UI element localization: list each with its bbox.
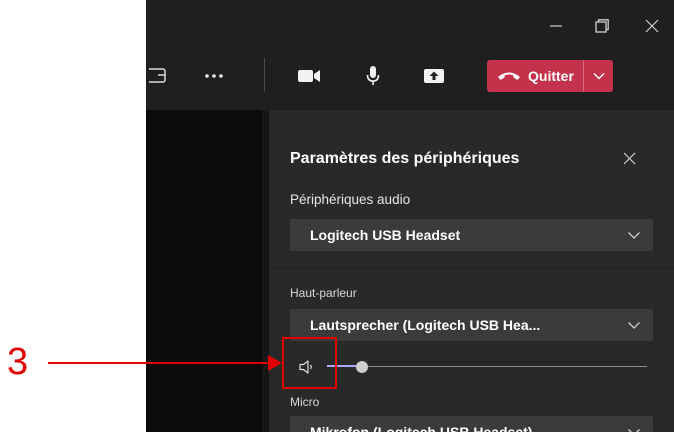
microphone-value: Mikrofon (Logitech USB Headset) <box>310 424 533 432</box>
audio-devices-dropdown[interactable]: Logitech USB Headset <box>290 219 653 251</box>
video-stage <box>146 110 262 432</box>
annotation-arrow-line <box>48 362 270 364</box>
panel-title: Paramètres des périphériques <box>290 150 520 167</box>
slider-thumb[interactable] <box>356 361 369 373</box>
leave-split-button: Quitter <box>487 60 613 92</box>
annotation-highlight-box <box>282 337 337 389</box>
share-screen-button[interactable] <box>418 60 450 92</box>
slider-track <box>327 366 647 367</box>
annotation-number: 3 <box>7 341 29 383</box>
leave-button-label: Quitter <box>528 68 574 84</box>
microphone-dropdown[interactable]: Mikrofon (Logitech USB Headset) <box>290 416 653 432</box>
microphone-button[interactable] <box>358 60 388 92</box>
speaker-dropdown[interactable]: Lautsprecher (Logitech USB Hea... <box>290 309 653 341</box>
leave-options-button[interactable] <box>584 60 613 92</box>
stage-border <box>262 110 269 432</box>
chevron-down-icon <box>628 232 640 239</box>
minimize-button[interactable] <box>538 10 574 42</box>
microphone-icon <box>366 66 380 85</box>
restore-button[interactable] <box>584 10 620 42</box>
chevron-down-icon <box>592 72 605 80</box>
meeting-toolbar: Quitter <box>146 50 674 102</box>
hang-up-icon <box>498 72 520 80</box>
speaker-value: Lautsprecher (Logitech USB Hea... <box>310 317 541 333</box>
section-divider <box>269 268 674 269</box>
camera-icon <box>298 70 320 82</box>
more-options-button[interactable] <box>198 60 230 92</box>
minimize-icon <box>550 25 562 27</box>
panel-close-button[interactable] <box>617 146 641 170</box>
leave-button[interactable]: Quitter <box>487 60 583 92</box>
share-tray-button[interactable] <box>146 60 172 92</box>
restore-icon <box>595 19 609 33</box>
title-bar <box>146 0 674 50</box>
chevron-down-icon <box>628 429 640 432</box>
speaker-label: Haut-parleur <box>290 286 357 300</box>
close-icon <box>623 152 635 164</box>
chevron-down-icon <box>628 322 640 329</box>
teams-meeting-window: Quitter Paramètres des périphériques Pér… <box>146 0 674 432</box>
audio-devices-label: Périphériques audio <box>290 192 411 207</box>
audio-devices-value: Logitech USB Headset <box>310 227 461 243</box>
speaker-volume-slider[interactable] <box>327 355 647 379</box>
close-window-button[interactable] <box>634 10 670 42</box>
camera-button[interactable] <box>292 60 326 92</box>
toolbar-separator <box>264 58 265 92</box>
share-screen-icon <box>424 69 444 83</box>
window-icon <box>149 68 166 83</box>
annotation-arrowhead <box>268 355 282 371</box>
more-icon <box>205 74 223 78</box>
close-icon <box>645 19 659 33</box>
microphone-label: Micro <box>290 395 320 409</box>
